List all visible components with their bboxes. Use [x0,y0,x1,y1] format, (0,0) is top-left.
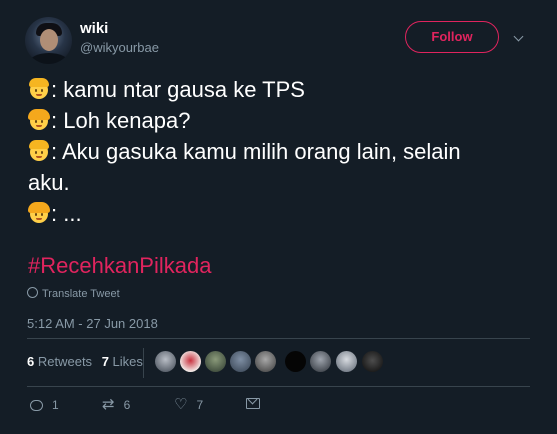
tweet-line: : Loh kenapa? [28,105,538,136]
boy-emoji-icon [28,78,50,100]
liker-avatar[interactable] [155,351,176,372]
tweet-line-text: : Loh kenapa? [51,108,191,133]
divider [27,386,530,387]
envelope-icon [246,398,260,409]
boy-emoji-icon [28,140,50,162]
tweet-line-text: aku. [28,170,70,195]
translate-tweet-link[interactable]: Translate Tweet [27,287,120,300]
tweet-line: aku. [28,167,538,198]
tweet-line: : ... [28,198,538,229]
avatar-shirt [29,53,69,64]
reply-count: 1 [52,398,59,412]
direct-message-button[interactable] [246,398,260,409]
tweet-line-text: : ... [51,201,82,226]
retweet-button[interactable]: ⇄ 6 [102,396,131,413]
reply-icon [30,399,43,411]
liker-avatar[interactable] [230,351,251,372]
tweet-line-text: : Aku gasuka kamu milih orang lain, sela… [51,139,461,164]
retweet-icon: ⇄ [102,396,115,413]
reply-button[interactable]: 1 [30,398,59,412]
hashtag-link[interactable]: #RecehkanPilkada [28,253,211,279]
girl-emoji-icon [28,202,50,224]
author-handle[interactable]: @wikyourbae [80,40,159,55]
author-avatar[interactable] [25,17,72,64]
liker-avatar[interactable] [285,351,306,372]
likes-stat[interactable]: 7 Likes [102,354,143,369]
retweets-stat[interactable]: 6 Retweets [27,354,92,369]
stats-separator [143,348,144,378]
retweet-count: 6 [123,398,131,412]
tweet-line: : Aku gasuka kamu milih orang lain, sela… [28,136,538,167]
like-button[interactable]: ♡ 7 [174,396,204,413]
author-name[interactable]: wiki [80,20,108,37]
girl-emoji-icon [28,109,50,131]
liker-avatar[interactable] [180,351,201,372]
liker-avatar[interactable] [255,351,276,372]
tweet-timestamp[interactable]: 5:12 AM - 27 Jun 2018 [27,316,158,331]
tweet-line: : kamu ntar gausa ke TPS [28,74,538,105]
avatar-face [40,29,58,51]
divider [27,338,530,339]
liker-avatar[interactable] [205,351,226,372]
globe-icon [27,287,38,298]
liker-avatar[interactable] [362,351,383,372]
liker-avatar[interactable] [336,351,357,372]
tweet-line-text: : kamu ntar gausa ke TPS [51,77,305,102]
chevron-down-icon[interactable] [513,31,524,42]
tweet-stats: 6 Retweets 7 Likes [27,354,143,369]
follow-button[interactable]: Follow [405,21,499,53]
liker-avatar[interactable] [310,351,331,372]
translate-label: Translate Tweet [42,288,120,300]
heart-icon: ♡ [174,396,188,413]
tweet-text: : kamu ntar gausa ke TPS : Loh kenapa? :… [28,74,538,229]
like-count: 7 [196,398,204,412]
